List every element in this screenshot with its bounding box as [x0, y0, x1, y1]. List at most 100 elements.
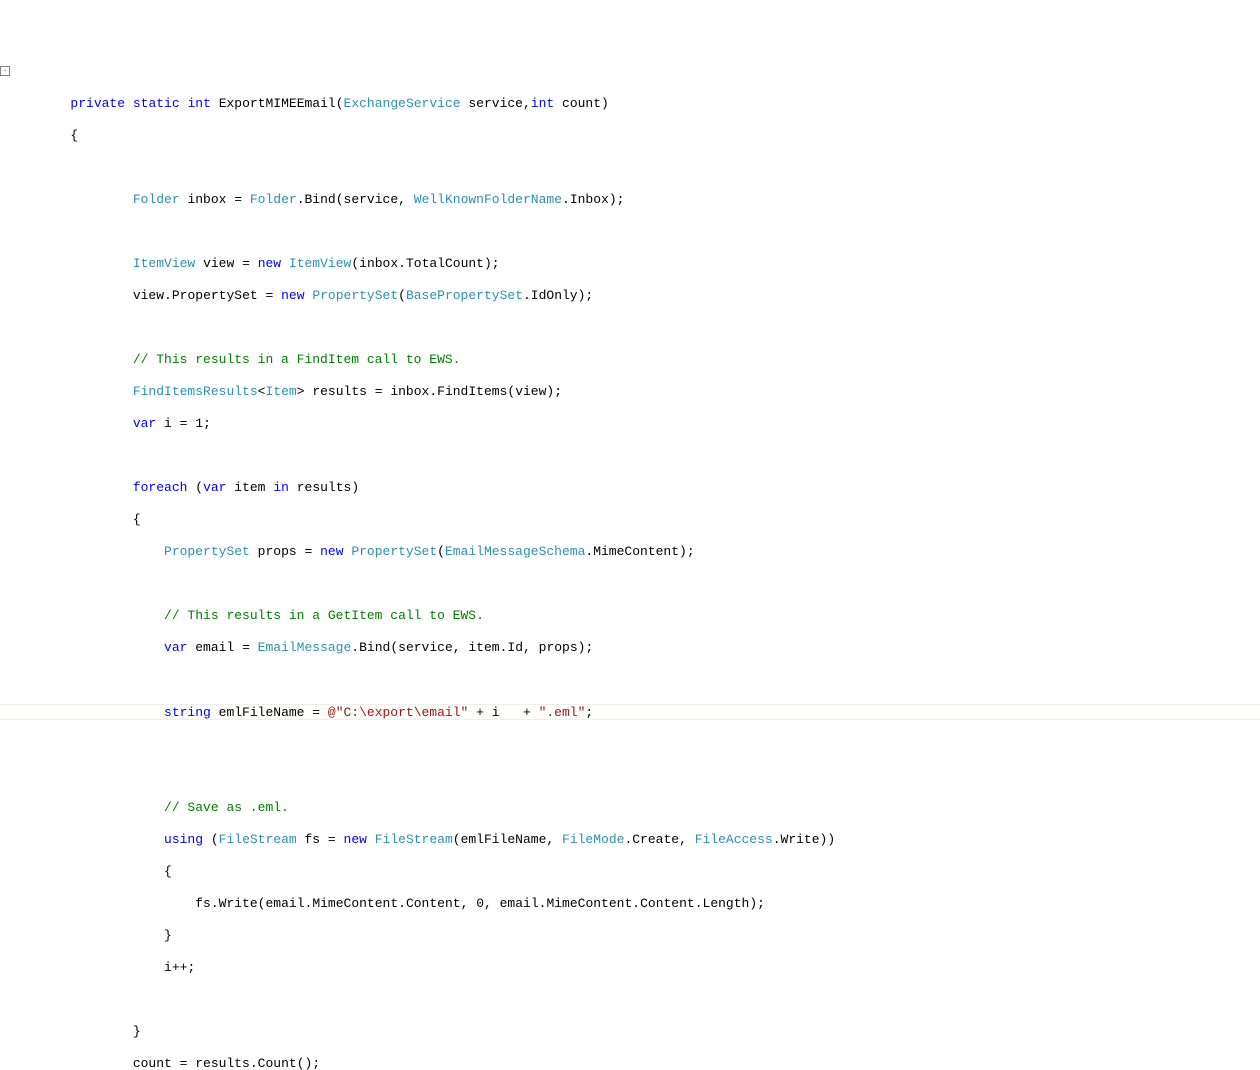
brace: {	[164, 864, 172, 879]
comment: // Save as .eml.	[164, 800, 289, 815]
brace: {	[70, 128, 78, 143]
code-line[interactable]: foreach (var item in results)	[0, 480, 1260, 496]
keyword-var: var	[133, 416, 156, 431]
code-line[interactable]	[0, 576, 1260, 592]
code-line[interactable]: i++;	[0, 960, 1260, 976]
member: Content	[640, 896, 695, 911]
member: MimeContent	[312, 896, 398, 911]
identifier: item	[468, 640, 499, 655]
method: Bind	[305, 192, 336, 207]
code-line[interactable]: private static int ExportMIMEEmail(Excha…	[0, 96, 1260, 112]
keyword-var: var	[164, 640, 187, 655]
method: Write	[219, 896, 258, 911]
method-name: ExportMIMEEmail	[219, 96, 336, 111]
code-line[interactable]: using (FileStream fs = new FileStream(em…	[0, 832, 1260, 848]
keyword-int: int	[187, 96, 210, 111]
literal: 0	[476, 896, 484, 911]
method: Count	[258, 1056, 297, 1070]
code-line[interactable]: {	[0, 512, 1260, 528]
type-folder: Folder	[250, 192, 297, 207]
type-emailmessageschema: EmailMessageSchema	[445, 544, 585, 559]
keyword-in: in	[273, 480, 289, 495]
identifier: inbox	[187, 192, 226, 207]
string-literal: @"C:\export\email"	[328, 705, 468, 720]
identifier: props	[258, 544, 297, 559]
code-line[interactable]: view.PropertySet = new PropertySet(BaseP…	[0, 288, 1260, 304]
member: TotalCount	[406, 256, 484, 271]
identifier: view	[203, 256, 234, 271]
type-propertyset: PropertySet	[351, 544, 437, 559]
param: service	[468, 96, 523, 111]
code-line[interactable]: PropertySet props = new PropertySet(Emai…	[0, 544, 1260, 560]
type-wellknownfoldername: WellKnownFolderName	[414, 192, 562, 207]
identifier: service	[344, 192, 399, 207]
keyword-new: new	[258, 256, 281, 271]
code-line[interactable]: // This results in a GetItem call to EWS…	[0, 608, 1260, 624]
code-line[interactable]: count = results.Count();	[0, 1056, 1260, 1070]
type-itemview: ItemView	[133, 256, 195, 271]
code-editor[interactable]: - private static int ExportMIMEEmail(Exc…	[0, 64, 1260, 1070]
type-basepropertyset: BasePropertySet	[406, 288, 523, 303]
code-line[interactable]	[0, 992, 1260, 1008]
identifier: i	[492, 705, 500, 720]
member: IdOnly	[531, 288, 578, 303]
code-line[interactable]: Folder inbox = Folder.Bind(service, Well…	[0, 192, 1260, 208]
identifier: item	[234, 480, 265, 495]
brace: {	[133, 512, 141, 527]
type-itemview: ItemView	[289, 256, 351, 271]
type-item: Item	[265, 384, 296, 399]
code-line[interactable]	[0, 448, 1260, 464]
code-line-highlighted[interactable]: string emlFileName = @"C:\export\email" …	[0, 704, 1260, 720]
type-filestream: FileStream	[375, 832, 453, 847]
code-line[interactable]	[0, 672, 1260, 688]
keyword-string: string	[164, 705, 211, 720]
member: Id	[507, 640, 523, 655]
code-line[interactable]: var i = 1;	[0, 416, 1260, 432]
code-line[interactable]: }	[0, 928, 1260, 944]
identifier: results	[297, 480, 352, 495]
code-line[interactable]	[0, 224, 1260, 240]
code-line[interactable]: FindItemsResults<Item> results = inbox.F…	[0, 384, 1260, 400]
identifier: email	[265, 896, 304, 911]
identifier: service	[398, 640, 453, 655]
identifier: inbox	[390, 384, 429, 399]
comment: // This results in a FindItem call to EW…	[133, 352, 461, 367]
code-line[interactable]	[0, 736, 1260, 752]
member: Write	[781, 832, 820, 847]
identifier: email	[195, 640, 234, 655]
member: Inbox	[570, 192, 609, 207]
code-line[interactable]: }	[0, 1024, 1260, 1040]
code-line[interactable]	[0, 320, 1260, 336]
code-line[interactable]: ItemView view = new ItemView(inbox.Total…	[0, 256, 1260, 272]
type-folder: Folder	[133, 192, 180, 207]
code-line[interactable]	[0, 160, 1260, 176]
code-line[interactable]: {	[0, 128, 1260, 144]
type-filestream: FileStream	[219, 832, 297, 847]
identifier: emlFileName	[461, 832, 547, 847]
keyword-using: using	[164, 832, 203, 847]
code-line[interactable]: // This results in a FindItem call to EW…	[0, 352, 1260, 368]
identifier: emlFileName	[219, 705, 305, 720]
identifier: inbox	[359, 256, 398, 271]
code-line[interactable]	[0, 768, 1260, 784]
type-finditemsresults: FindItemsResults	[133, 384, 258, 399]
code-line[interactable]: {	[0, 864, 1260, 880]
type-filemode: FileMode	[562, 832, 624, 847]
type-fileaccess: FileAccess	[695, 832, 773, 847]
identifier: props	[539, 640, 578, 655]
code-line[interactable]: var email = EmailMessage.Bind(service, i…	[0, 640, 1260, 656]
brace: }	[164, 928, 172, 943]
code-line[interactable]: // Save as .eml.	[0, 800, 1260, 816]
outline-collapse-marker[interactable]: -	[0, 66, 10, 76]
identifier: results	[312, 384, 367, 399]
code-line[interactable]: fs.Write(email.MimeContent.Content, 0, e…	[0, 896, 1260, 912]
member: Length	[703, 896, 750, 911]
identifier: fs	[305, 832, 321, 847]
type-emailmessage: EmailMessage	[258, 640, 352, 655]
indent	[8, 96, 70, 111]
param: count	[562, 96, 601, 111]
keyword-new: new	[281, 288, 304, 303]
identifier: i	[164, 416, 172, 431]
keyword-new: new	[344, 832, 367, 847]
keyword-foreach: foreach	[133, 480, 188, 495]
